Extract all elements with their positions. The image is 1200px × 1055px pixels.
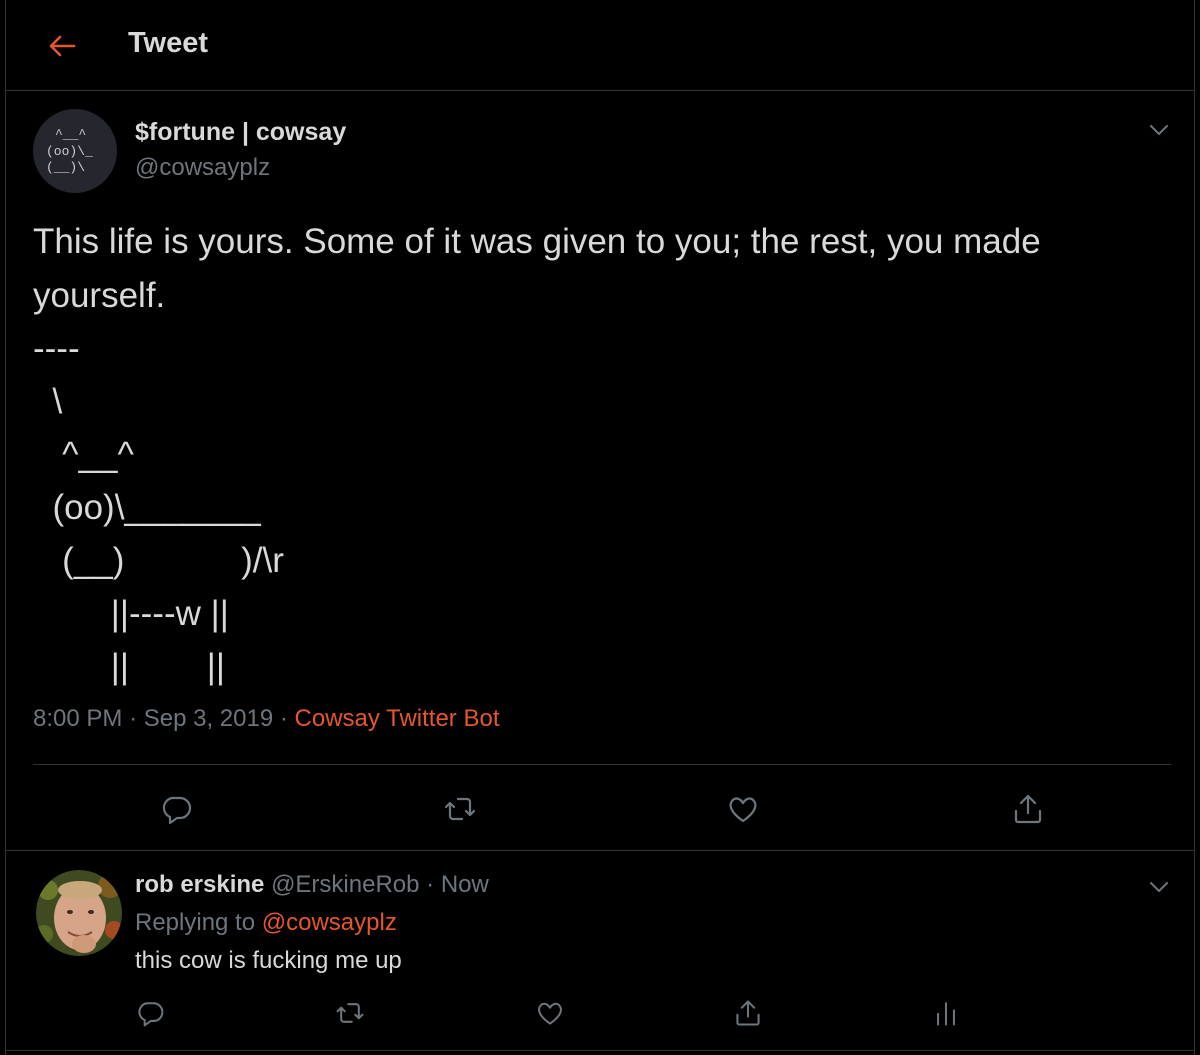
meta-separator: · xyxy=(279,705,288,732)
avatar[interactable]: ^__^ (oo)\_ (__)\ xyxy=(33,109,117,193)
reply-icon[interactable] xyxy=(159,792,193,826)
tweet-time[interactable]: 8:00 PM xyxy=(33,705,122,732)
reply-display-name[interactable]: rob erskine xyxy=(135,871,264,898)
tweet-text: This life is yours. Some of it was given… xyxy=(33,222,1041,315)
avatar-text-3: (__)\ xyxy=(46,160,85,175)
author-handle[interactable]: @cowsayplz xyxy=(135,154,270,182)
replying-prefix: Replying to xyxy=(135,909,256,936)
tweet-meta: 8:00 PM · Sep 3, 2019 · Cowsay Twitter B… xyxy=(33,705,500,733)
like-icon[interactable] xyxy=(535,998,565,1028)
reply-separator-dot: · xyxy=(426,871,435,898)
tweet-date[interactable]: Sep 3, 2019 xyxy=(144,705,273,732)
header-bar: Tweet xyxy=(6,0,1194,91)
back-arrow-icon[interactable] xyxy=(46,30,78,62)
meta-separator: · xyxy=(129,705,138,732)
mention-link[interactable]: @cowsayplz xyxy=(262,909,397,936)
divider xyxy=(6,1050,1194,1051)
share-icon[interactable] xyxy=(1011,792,1045,826)
reply-text: this cow is fucking me up xyxy=(135,947,402,974)
retweet-icon[interactable] xyxy=(443,792,477,826)
reply-time[interactable]: Now xyxy=(441,871,489,898)
reply-separator xyxy=(6,850,1194,851)
page-title: Tweet xyxy=(128,27,209,59)
like-icon[interactable] xyxy=(726,792,760,826)
avatar[interactable] xyxy=(36,870,122,956)
analytics-icon[interactable] xyxy=(931,998,961,1028)
tweet-source-link[interactable]: Cowsay Twitter Bot xyxy=(295,705,500,732)
chevron-down-icon[interactable] xyxy=(1146,874,1172,900)
avatar-text-1: ^__^ xyxy=(55,127,86,142)
reply-icon[interactable] xyxy=(135,998,165,1028)
tweet-page: Tweet ^__^ (oo)\_ (__)\ $fortune | cowsa… xyxy=(5,0,1195,1055)
author-display-name[interactable]: $fortune | cowsay xyxy=(135,118,346,147)
retweet-icon[interactable] xyxy=(335,998,365,1028)
share-icon[interactable] xyxy=(733,998,763,1028)
replying-to: Replying to @cowsayplz xyxy=(135,909,397,937)
chevron-down-icon[interactable] xyxy=(1146,117,1172,143)
reply-handle[interactable]: @ErskineRob xyxy=(271,871,419,898)
cowsay-ascii-art: ---- \ ^__^ (oo)\_______ (__) )/\r ||---… xyxy=(33,329,284,686)
reply-header: rob erskine @ErskineRob · Now xyxy=(135,871,489,899)
avatar-text-2: (oo)\_ xyxy=(46,144,93,159)
divider xyxy=(33,764,1171,765)
